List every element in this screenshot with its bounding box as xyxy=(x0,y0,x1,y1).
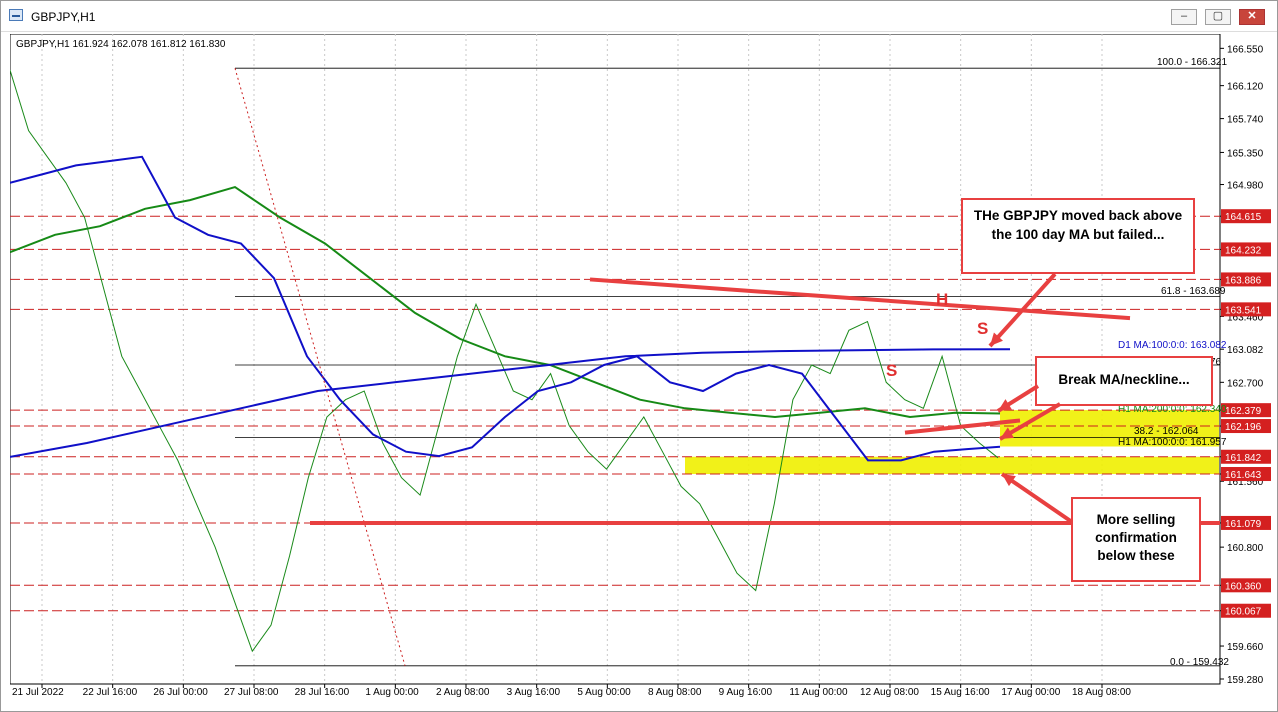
fib-382-label: 38.2 - 162.064 xyxy=(1134,426,1199,437)
callout-ma-fail: THe GBPJPY moved back above the 100 day … xyxy=(961,198,1195,274)
price-level-badge-label: 162.379 xyxy=(1225,406,1262,417)
time-tick-label: 12 Aug 08:00 xyxy=(860,687,919,698)
price-level-badge-label: 164.615 xyxy=(1225,212,1262,223)
chart-window-icon xyxy=(9,9,23,21)
right-shoulder-label: S xyxy=(977,319,988,338)
d1-ma-label: D1 MA:100:0:0: 163.082 xyxy=(1118,340,1227,351)
time-axis[interactable]: 21 Jul 2022 22 Jul 16:00 26 Jul 00:00 27 Ju… xyxy=(12,684,1131,698)
price-tick-label: 166.120 xyxy=(1227,82,1264,93)
time-tick-label: 21 Jul 2022 xyxy=(12,687,64,698)
price-axis[interactable]: 166.550 166.120 165.740 165.350 164.980 164.6… xyxy=(1220,44,1271,686)
price-level-badge-label: 162.196 xyxy=(1225,422,1262,433)
close-button[interactable]: ✕ xyxy=(1239,9,1265,25)
callout-selling-text: More selling confirmation below these xyxy=(1095,512,1177,563)
time-tick-label: 9 Aug 16:00 xyxy=(719,687,773,698)
fib-618-label: 61.8 - 163.689 xyxy=(1161,286,1226,297)
price-level-badge-label: 163.541 xyxy=(1225,305,1262,316)
fib-0-label: 0.0 - 159.432 xyxy=(1170,657,1229,668)
price-tick-label: 165.740 xyxy=(1227,115,1264,126)
time-tick-label: 3 Aug 16:00 xyxy=(507,687,561,698)
price-tick-label: 159.660 xyxy=(1227,642,1264,653)
callout-neckline: Break MA/neckline... xyxy=(1035,356,1213,406)
window-title: GBPJPY,H1 xyxy=(31,10,96,24)
price-tick-label: 160.800 xyxy=(1227,543,1264,554)
chart-window: GBPJPY,H1 – ▢ ✕ 166.550 166.120 165.740 165… xyxy=(0,0,1278,712)
price-tick-label: 164.980 xyxy=(1227,181,1264,192)
time-tick-label: 8 Aug 08:00 xyxy=(648,687,702,698)
callout-ma-fail-text: THe GBPJPY moved back above the 100 day … xyxy=(973,208,1183,242)
price-level-badge-label: 160.067 xyxy=(1225,607,1262,618)
time-tick-label: 2 Aug 08:00 xyxy=(436,687,490,698)
time-tick-label: 15 Aug 16:00 xyxy=(931,687,990,698)
left-shoulder-label: S xyxy=(886,361,897,380)
time-tick-label: 17 Aug 00:00 xyxy=(1001,687,1060,698)
chart-info-label: GBPJPY,H1 161.924 162.078 161.812 161.83… xyxy=(16,39,226,50)
price-tick-label: 162.700 xyxy=(1227,378,1264,389)
price-tick-label: 163.082 xyxy=(1227,345,1264,356)
chart-area[interactable]: 166.550 166.120 165.740 165.350 164.980 164.6… xyxy=(9,33,1275,702)
time-tick-label: 1 Aug 00:00 xyxy=(365,687,419,698)
time-tick-label: 27 Jul 08:00 xyxy=(224,687,279,698)
callout-neckline-text: Break MA/neckline... xyxy=(1058,372,1190,387)
price-level-badge-label: 164.232 xyxy=(1225,245,1262,256)
price-chart[interactable]: 166.550 166.120 165.740 165.350 164.980 164.6… xyxy=(9,33,1275,702)
price-level-badge-label: 161.079 xyxy=(1225,519,1262,530)
time-tick-label: 26 Jul 00:00 xyxy=(153,687,208,698)
fib-100-label: 100.0 - 166.321 xyxy=(1157,57,1227,68)
title-bar[interactable]: GBPJPY,H1 – ▢ ✕ xyxy=(1,1,1277,32)
maximize-button[interactable]: ▢ xyxy=(1205,9,1231,25)
price-level-badge-label: 163.886 xyxy=(1225,275,1262,286)
price-level-badge-label: 161.643 xyxy=(1225,470,1262,481)
price-tick-label: 166.550 xyxy=(1227,44,1264,55)
price-tick-label: 165.350 xyxy=(1227,148,1264,159)
price-tick-label: 159.280 xyxy=(1227,675,1264,686)
support-zone-lower xyxy=(685,456,1219,475)
callout-selling: More selling confirmation below these xyxy=(1071,497,1201,582)
head-label: H xyxy=(936,290,948,309)
time-tick-label: 5 Aug 00:00 xyxy=(577,687,631,698)
h1-ma100-label: H1 MA:100:0:0: 161.957 xyxy=(1118,437,1227,448)
time-tick-label: 11 Aug 00:00 xyxy=(789,687,848,698)
price-level-badge-label: 161.842 xyxy=(1225,453,1262,464)
minimize-button[interactable]: – xyxy=(1171,9,1197,25)
time-tick-label: 28 Jul 16:00 xyxy=(295,687,350,698)
price-level-badge-label: 160.360 xyxy=(1225,581,1262,592)
time-tick-label: 22 Jul 16:00 xyxy=(83,687,138,698)
time-tick-label: 18 Aug 08:00 xyxy=(1072,687,1131,698)
